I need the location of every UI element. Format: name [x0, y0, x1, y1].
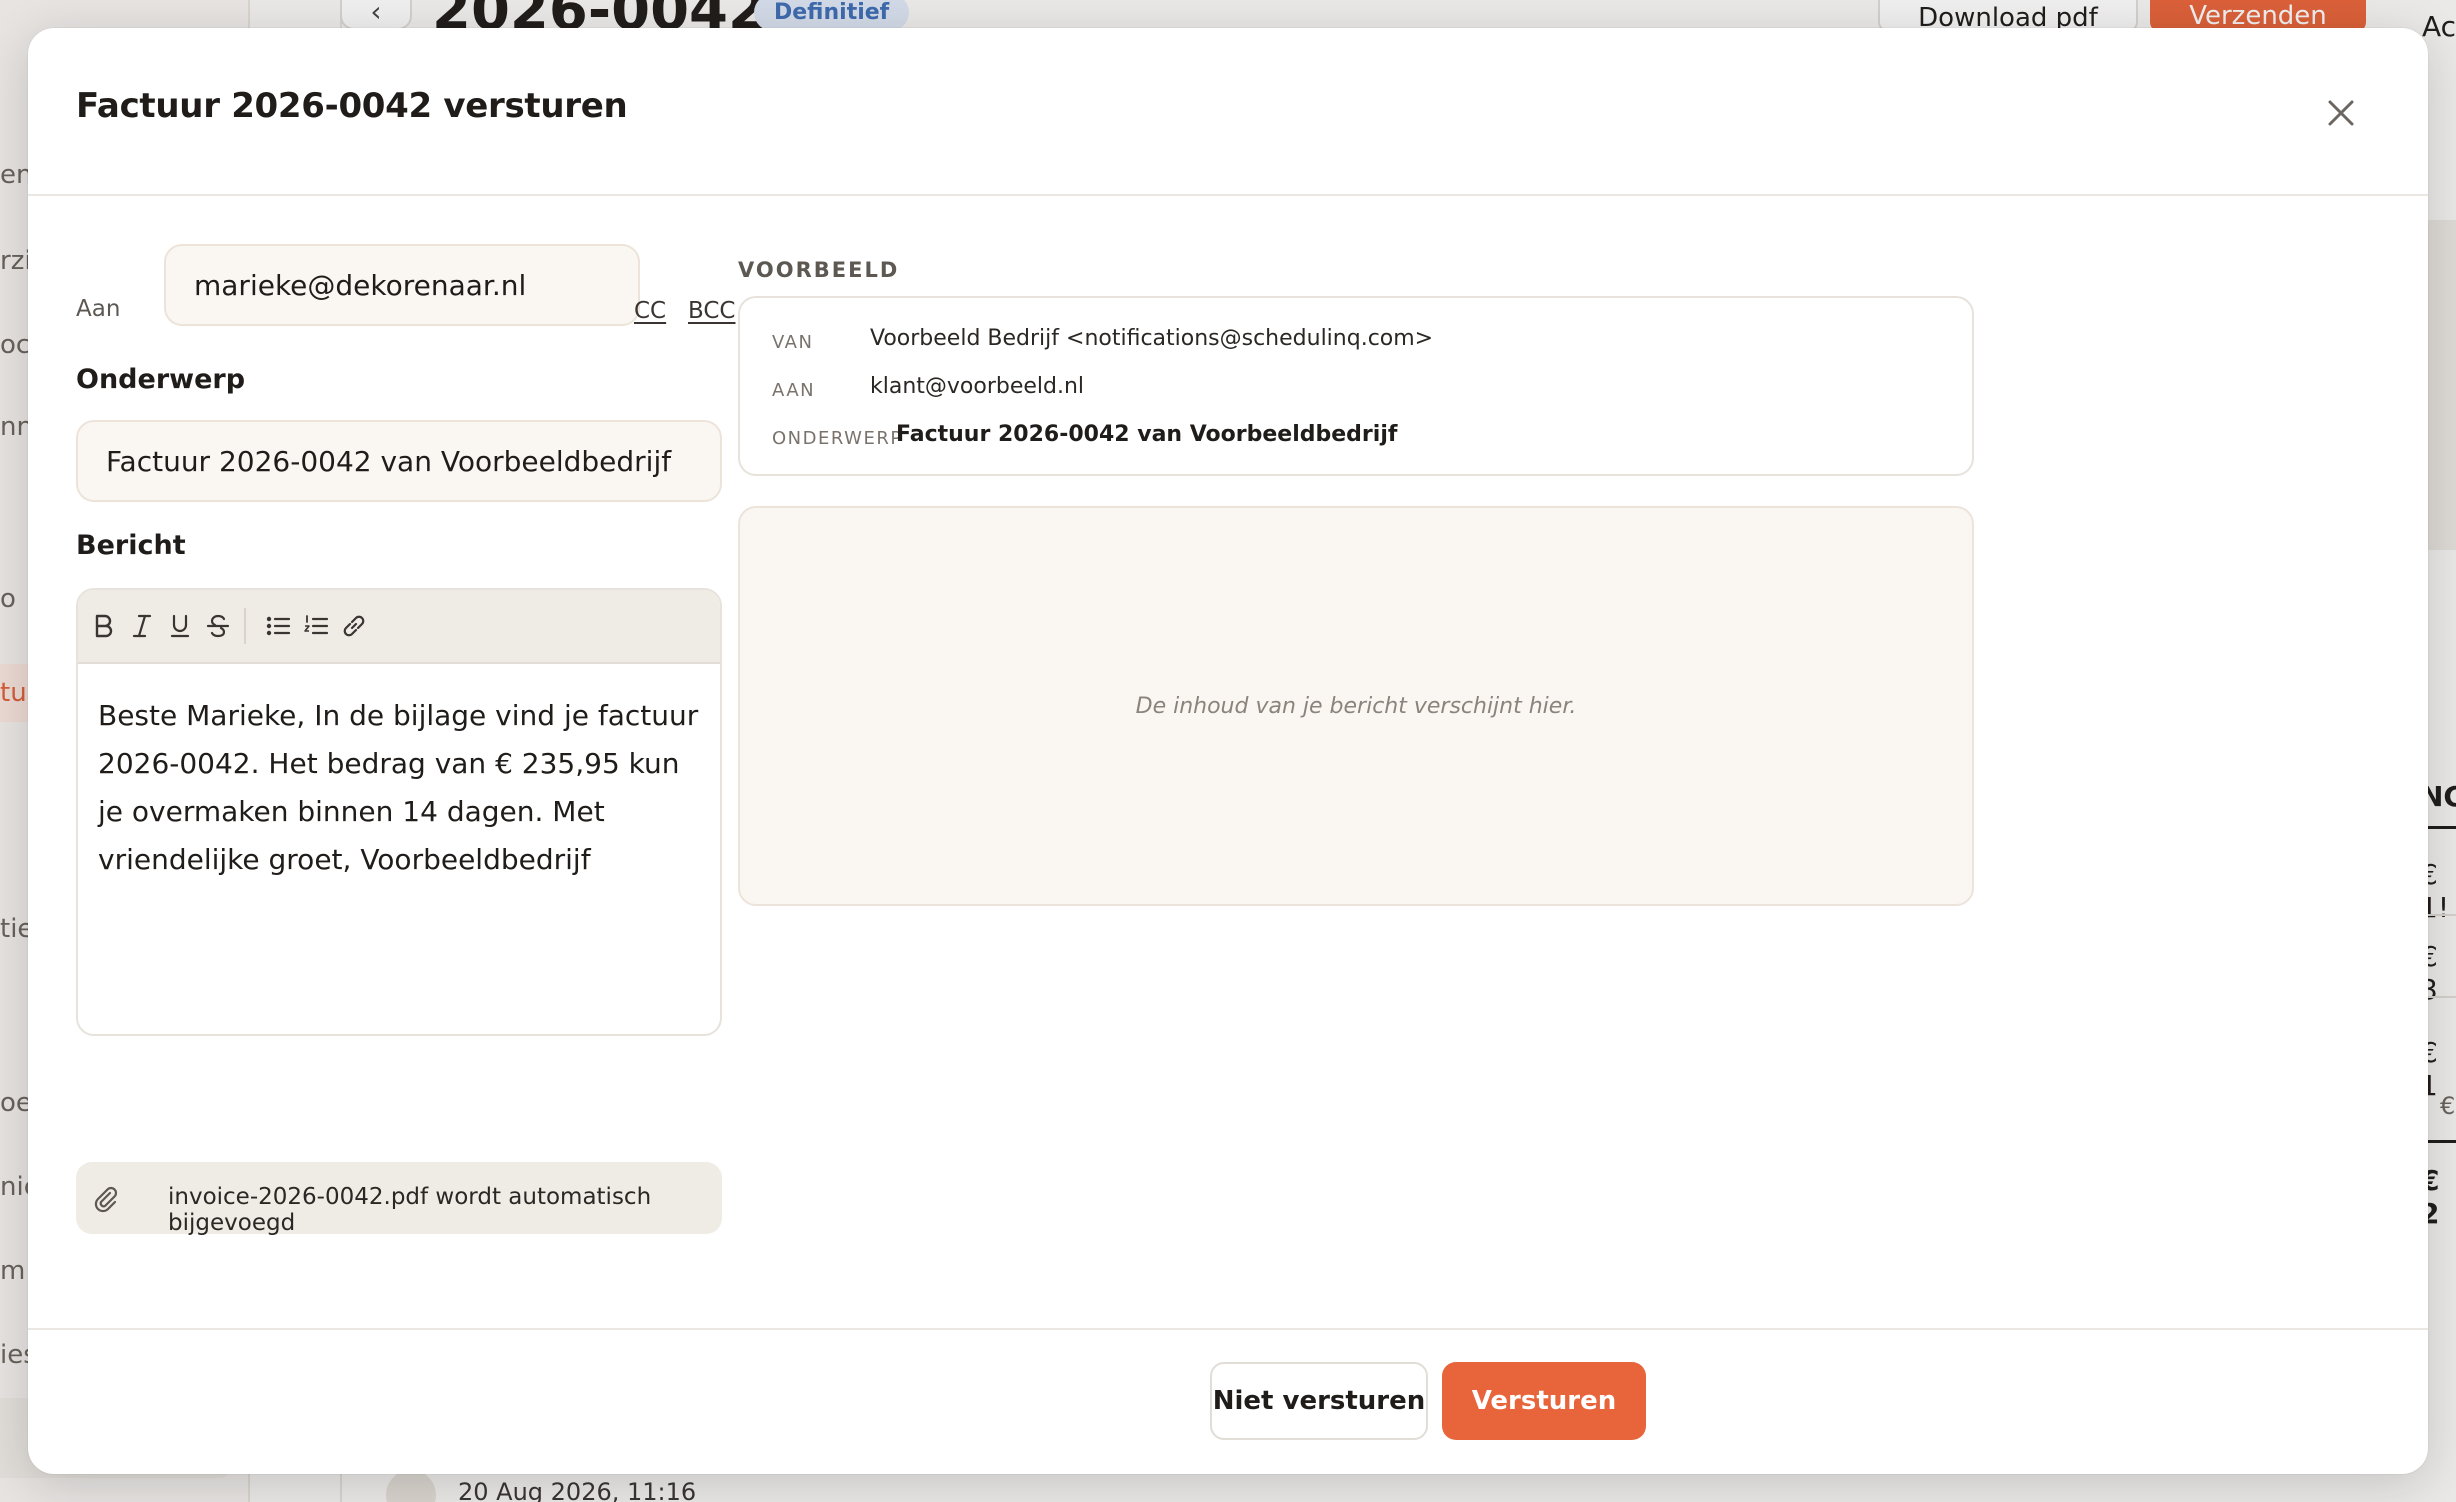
to-input[interactable]: marieke@dekorenaar.nl [164, 244, 640, 326]
preview-placeholder: De inhoud van je bericht verschijnt hier… [1135, 693, 1577, 719]
cc-link[interactable]: CC [634, 298, 666, 324]
numbered-list-button[interactable] [296, 606, 336, 646]
preview-body: De inhoud van je bericht verschijnt hier… [738, 506, 1974, 906]
bcc-link[interactable]: BCC [688, 298, 736, 324]
italic-button[interactable] [122, 606, 162, 646]
paperclip-icon [94, 1186, 118, 1213]
send-invoice-modal: Factuur 2026-0042 versturen Aan marieke@… [28, 28, 2428, 1474]
preview-to-key: AAN [772, 380, 816, 401]
send-button[interactable]: Versturen [1442, 1362, 1646, 1440]
bullet-list-icon [266, 616, 291, 636]
numbered-list-icon [304, 615, 329, 635]
cancel-button[interactable]: Niet versturen [1210, 1362, 1428, 1440]
to-label: Aan [76, 296, 121, 322]
preview-to-value: klant@voorbeeld.nl [870, 374, 1085, 399]
modal-title: Factuur 2026-0042 versturen [76, 86, 628, 126]
bullet-list-button[interactable] [258, 606, 298, 646]
underline-button[interactable] [160, 606, 200, 646]
subject-label: Onderwerp [76, 364, 246, 395]
message-body[interactable]: Beste Marieke, In de bijlage vind je fac… [98, 692, 704, 884]
modal-header: Factuur 2026-0042 versturen [28, 28, 2428, 196]
strikethrough-button[interactable] [198, 606, 238, 646]
link-icon [343, 615, 365, 637]
toolbar-divider [244, 608, 246, 644]
bold-icon [95, 614, 113, 638]
strikethrough-icon [206, 614, 230, 638]
attachment-notice: invoice-2026-0042.pdf wordt automatisch … [76, 1162, 722, 1236]
bold-button[interactable] [84, 606, 124, 646]
preview-header-card: VAN Voorbeeld Bedrijf <notifications@sch… [738, 296, 1974, 476]
close-icon [2328, 100, 2354, 126]
preview-from-key: VAN [772, 332, 814, 353]
preview-from-value: Voorbeeld Bedrijf <notifications@schedul… [870, 326, 1434, 351]
underline-icon [170, 614, 190, 638]
italic-icon [132, 614, 152, 638]
preview-subject-value: Factuur 2026-0042 van Voorbeeldbedrijf [896, 422, 1398, 447]
preview-heading: VOORBEELD [738, 258, 900, 282]
message-label: Bericht [76, 530, 186, 561]
editor-toolbar [78, 590, 720, 664]
close-button[interactable] [2316, 88, 2366, 138]
preview-subject-key: ONDERWERP [772, 428, 903, 449]
subject-input[interactable]: Factuur 2026-0042 van Voorbeeldbedrijf [76, 420, 722, 502]
attachment-text: invoice-2026-0042.pdf wordt automatisch … [168, 1184, 652, 1236]
message-editor[interactable]: Beste Marieke, In de bijlage vind je fac… [76, 588, 722, 1036]
link-button[interactable] [334, 606, 374, 646]
